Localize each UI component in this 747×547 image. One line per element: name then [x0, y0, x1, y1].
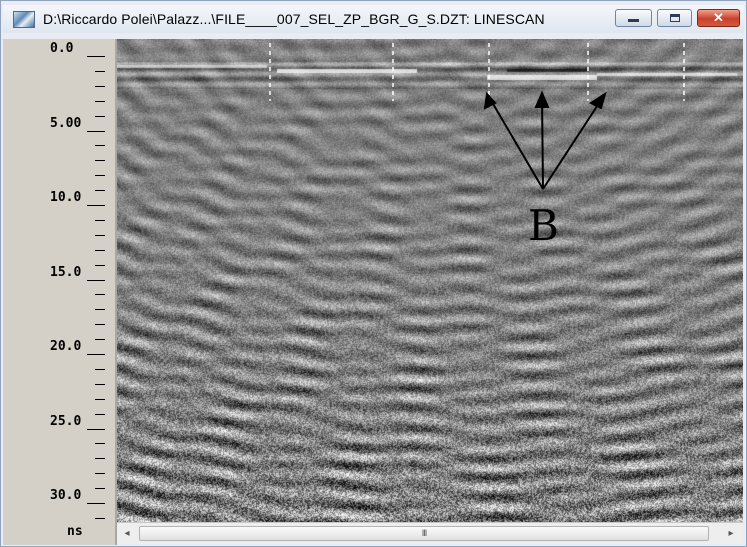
maximize-button[interactable] — [657, 9, 692, 27]
minor-tick — [95, 85, 105, 87]
scroll-thumb[interactable]: III — [139, 526, 709, 541]
major-tick — [87, 130, 105, 132]
depth-tick-label: 0.0 — [50, 41, 74, 56]
arrow-group — [483, 90, 607, 190]
minor-tick — [95, 234, 105, 236]
minor-tick — [95, 383, 105, 385]
minor-tick — [95, 398, 105, 400]
depth-tick-label: 15.0 — [50, 264, 82, 280]
minor-tick — [95, 264, 105, 266]
minor-tick — [95, 160, 105, 162]
horizontal-scrollbar[interactable]: ◂ III ▸ — [117, 522, 743, 544]
depth-unit-label: ns — [67, 524, 83, 539]
minimize-button[interactable] — [615, 9, 652, 27]
minor-tick — [95, 413, 105, 415]
title-bar[interactable]: D:\Riccardo Polei\Palazz...\FILE____007_… — [3, 5, 744, 33]
depth-tick-label: 5.00 — [50, 115, 82, 131]
depth-tick-label: 30.0 — [50, 488, 82, 503]
minor-tick — [95, 458, 105, 460]
radargram-panel[interactable]: B — [117, 39, 743, 522]
minor-tick — [95, 324, 105, 326]
depth-tick-label: 25.0 — [50, 413, 82, 429]
minor-tick — [95, 175, 105, 177]
minor-tick — [95, 145, 105, 147]
grid-image-icon[interactable] — [13, 11, 35, 28]
minor-tick — [95, 70, 105, 72]
minor-tick — [95, 488, 105, 490]
minor-tick — [95, 368, 105, 370]
minor-tick — [95, 473, 105, 475]
minor-tick — [95, 115, 105, 117]
minor-tick — [95, 219, 105, 221]
arrow-center-head — [534, 90, 550, 108]
minor-tick — [95, 443, 105, 445]
major-tick — [87, 354, 105, 355]
depth-ruler: ns 0.0 5.00 10.0 15.0 20.0 25.0 30.0 — [3, 39, 117, 545]
close-icon: ✕ — [713, 10, 724, 25]
close-button[interactable]: ✕ — [697, 9, 740, 27]
minor-tick — [95, 100, 105, 102]
grip-icon: III — [421, 528, 427, 538]
minimize-icon — [628, 19, 639, 22]
major-tick — [87, 205, 105, 206]
minor-tick — [95, 249, 105, 251]
scroll-right-icon[interactable]: ▸ — [723, 526, 739, 542]
marker-lines — [269, 43, 685, 101]
minor-tick — [95, 517, 105, 519]
minor-tick — [95, 294, 105, 296]
depth-tick-label: 10.0 — [50, 190, 82, 205]
major-tick — [87, 279, 105, 281]
window-title: D:\Riccardo Polei\Palazz...\FILE____007_… — [43, 11, 545, 27]
minor-tick — [95, 339, 105, 341]
arrow-right — [542, 96, 604, 190]
major-tick — [87, 428, 105, 430]
maximize-icon — [670, 14, 680, 22]
scroll-left-icon[interactable]: ◂ — [119, 526, 135, 542]
minor-tick — [95, 190, 105, 192]
depth-tick-label: 20.0 — [50, 339, 82, 354]
linescan-window: D:\Riccardo Polei\Palazz...\FILE____007_… — [0, 0, 747, 547]
minor-tick — [95, 309, 105, 311]
major-tick — [87, 503, 105, 504]
major-tick — [87, 56, 105, 57]
annotation-overlay — [269, 43, 685, 190]
arrow-center — [541, 96, 544, 190]
arrow-right-head — [588, 91, 607, 110]
annotation-label-b: B — [528, 201, 559, 250]
arrow-left — [488, 96, 544, 190]
